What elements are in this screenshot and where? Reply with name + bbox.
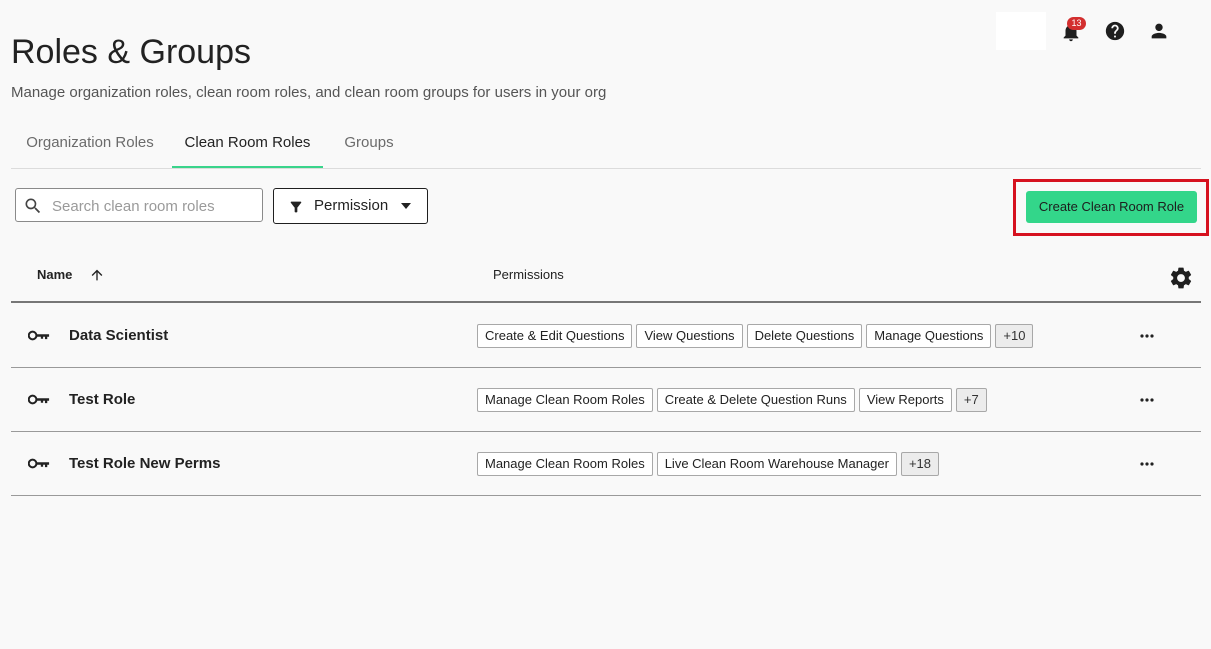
tab-groups[interactable]: Groups <box>333 120 405 166</box>
column-header-name[interactable]: Name <box>37 267 72 282</box>
permission-chips: Manage Clean Room Roles Live Clean Room … <box>477 452 940 476</box>
permission-chip: Create & Edit Questions <box>477 324 633 348</box>
permission-filter-label: Permission <box>314 197 389 214</box>
permission-chip: Manage Clean Room Roles <box>477 388 653 412</box>
more-permissions-chip[interactable]: +7 <box>955 388 987 412</box>
tab-bar: Organization Roles Clean Room Roles Grou… <box>11 120 1201 169</box>
gear-icon[interactable] <box>1168 265 1194 291</box>
tab-organization-roles[interactable]: Organization Roles <box>11 120 169 166</box>
role-name[interactable]: Data Scientist <box>69 327 168 344</box>
table-row[interactable]: Data Scientist Create & Edit Questions V… <box>11 304 1201 368</box>
permission-chip: Manage Clean Room Roles <box>477 452 653 476</box>
more-permissions-chip[interactable]: +10 <box>995 324 1034 348</box>
table-header: Name Permissions <box>11 250 1201 303</box>
more-options-icon[interactable] <box>1137 326 1157 346</box>
help-icon[interactable] <box>1104 20 1126 42</box>
notification-badge: 13 <box>1067 17 1086 30</box>
page-title: Roles & Groups <box>11 33 251 71</box>
page-subtitle: Manage organization roles, clean room ro… <box>11 84 607 101</box>
create-clean-room-role-button[interactable]: Create Clean Room Role <box>1026 191 1197 223</box>
permission-chip: Delete Questions <box>746 324 863 348</box>
search-box <box>15 188 263 222</box>
table-row[interactable]: Test Role Manage Clean Room Roles Create… <box>11 368 1201 432</box>
permission-chip: Live Clean Room Warehouse Manager <box>656 452 897 476</box>
user-icon[interactable] <box>1148 20 1170 42</box>
search-icon <box>25 198 41 214</box>
role-name[interactable]: Test Role New Perms <box>69 455 220 472</box>
more-options-icon[interactable] <box>1137 454 1157 474</box>
logo-placeholder <box>996 12 1046 50</box>
permission-chips: Manage Clean Room Roles Create & Delete … <box>477 388 987 412</box>
table-row[interactable]: Test Role New Perms Manage Clean Room Ro… <box>11 432 1201 496</box>
key-icon <box>28 458 50 469</box>
key-icon <box>28 330 50 341</box>
sort-arrow-up-icon[interactable] <box>89 267 105 283</box>
column-header-permissions: Permissions <box>493 267 564 282</box>
key-icon <box>28 394 50 405</box>
filter-icon <box>290 201 302 213</box>
tab-clean-room-roles[interactable]: Clean Room Roles <box>172 120 323 168</box>
permission-chip: View Reports <box>858 388 952 412</box>
permission-chip: Create & Delete Question Runs <box>656 388 855 412</box>
permission-chips: Create & Edit Questions View Questions D… <box>477 324 1034 348</box>
permission-filter-button[interactable]: Permission <box>273 188 428 224</box>
role-name[interactable]: Test Role <box>69 391 135 408</box>
permission-chip: View Questions <box>636 324 743 348</box>
more-options-icon[interactable] <box>1137 390 1157 410</box>
permission-chip: Manage Questions <box>866 324 992 348</box>
caret-down-icon <box>401 203 411 209</box>
more-permissions-chip[interactable]: +18 <box>900 452 940 476</box>
search-input[interactable] <box>50 195 259 217</box>
